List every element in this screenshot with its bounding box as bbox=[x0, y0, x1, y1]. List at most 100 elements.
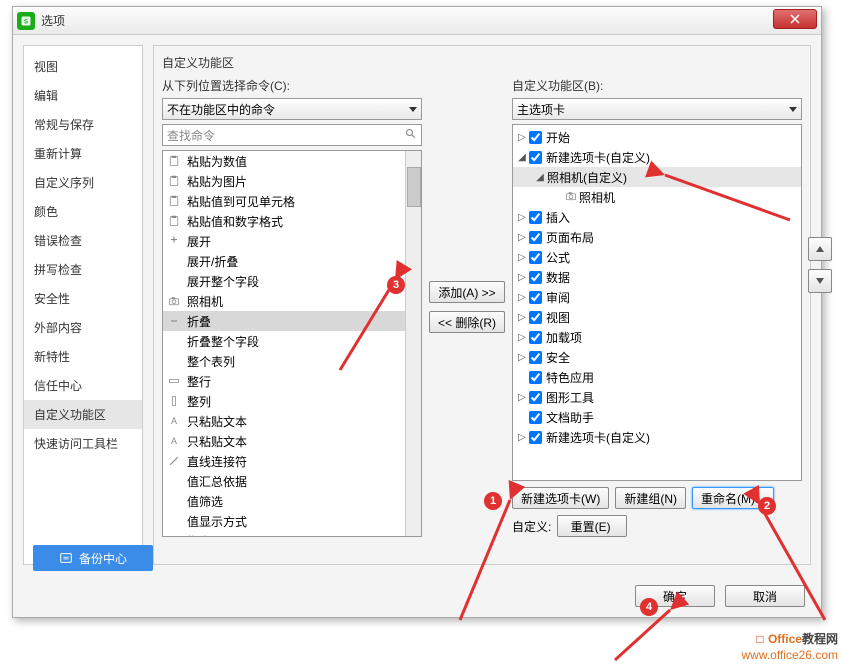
tree-checkbox[interactable] bbox=[529, 251, 542, 264]
command-item[interactable]: 值汇总依据 bbox=[163, 471, 421, 491]
tree-item[interactable]: ◢照相机(自定义) bbox=[513, 167, 801, 187]
tree-item[interactable]: ▷安全 bbox=[513, 347, 801, 367]
camera-icon bbox=[565, 190, 577, 205]
sidebar-item[interactable]: 常规与保存 bbox=[24, 110, 142, 139]
scrollbar-thumb[interactable] bbox=[407, 167, 421, 207]
new-tab-button[interactable]: 新建选项卡(W) bbox=[512, 487, 609, 509]
tree-toggle-icon[interactable]: ▷ bbox=[517, 332, 527, 343]
commands-list[interactable]: 粘贴为数值粘贴为图片粘贴值到可见单元格粘贴值和数字格式展开展开/折叠展开整个字段… bbox=[162, 150, 422, 537]
paste-icon bbox=[167, 154, 181, 168]
tree-toggle-icon[interactable]: ▷ bbox=[517, 272, 527, 283]
commands-scrollbar[interactable] bbox=[405, 151, 421, 536]
commands-source-combo[interactable]: 不在功能区中的命令 bbox=[162, 98, 422, 120]
tree-checkbox[interactable] bbox=[529, 291, 542, 304]
tree-item[interactable]: ▷开始 bbox=[513, 127, 801, 147]
command-item[interactable]: 整个表列 bbox=[163, 351, 421, 371]
move-up-button[interactable] bbox=[808, 237, 832, 261]
sidebar-item[interactable]: 视图 bbox=[24, 52, 142, 81]
tree-checkbox[interactable] bbox=[529, 431, 542, 444]
command-item[interactable]: A只粘贴文本 bbox=[163, 431, 421, 451]
backup-center-button[interactable]: 备份中心 bbox=[33, 545, 153, 571]
tree-item[interactable]: ▷视图 bbox=[513, 307, 801, 327]
command-item[interactable]: 粘贴为数值 bbox=[163, 151, 421, 171]
sidebar-item[interactable]: 自定义功能区 bbox=[24, 400, 142, 429]
ribbon-tree[interactable]: ▷开始◢新建选项卡(自定义)◢照相机(自定义)照相机▷插入▷页面布局▷公式▷数据… bbox=[512, 124, 802, 481]
command-item[interactable]: 折叠整个字段 bbox=[163, 331, 421, 351]
move-down-button[interactable] bbox=[808, 269, 832, 293]
tree-item[interactable]: ▷审阅 bbox=[513, 287, 801, 307]
combo-value: 主选项卡 bbox=[517, 101, 565, 118]
tree-toggle-icon[interactable]: ▷ bbox=[517, 212, 527, 223]
command-item[interactable]: 值筛选 bbox=[163, 491, 421, 511]
tree-toggle-icon[interactable]: ▷ bbox=[517, 392, 527, 403]
tree-toggle-icon[interactable]: ◢ bbox=[535, 172, 545, 183]
search-commands-input[interactable]: 查找命令 bbox=[162, 124, 422, 146]
sidebar-item[interactable]: 安全性 bbox=[24, 284, 142, 313]
tree-item[interactable]: ◢新建选项卡(自定义) bbox=[513, 147, 801, 167]
command-item[interactable]: 粘贴为图片 bbox=[163, 171, 421, 191]
sidebar-item[interactable]: 信任中心 bbox=[24, 371, 142, 400]
tree-checkbox[interactable] bbox=[529, 331, 542, 344]
command-item[interactable]: 展开 bbox=[163, 231, 421, 251]
tree-checkbox[interactable] bbox=[529, 271, 542, 284]
tree-toggle-icon[interactable]: ▷ bbox=[517, 232, 527, 243]
tree-checkbox[interactable] bbox=[529, 391, 542, 404]
sidebar-item[interactable]: 重新计算 bbox=[24, 139, 142, 168]
command-item[interactable]: 照相机 bbox=[163, 291, 421, 311]
ribbon-target-combo[interactable]: 主选项卡 bbox=[512, 98, 802, 120]
tree-checkbox[interactable] bbox=[529, 311, 542, 324]
tree-toggle-icon[interactable]: ▷ bbox=[517, 432, 527, 443]
command-item[interactable]: 直线连接符 bbox=[163, 451, 421, 471]
ok-button[interactable]: 确定 bbox=[635, 585, 715, 607]
remove-button[interactable]: << 删除(R) bbox=[429, 311, 505, 333]
tree-item[interactable]: ▷加载项 bbox=[513, 327, 801, 347]
command-item[interactable]: 粘贴值到可见单元格 bbox=[163, 191, 421, 211]
tree-toggle-icon[interactable]: ▷ bbox=[517, 292, 527, 303]
sidebar-item[interactable]: 拼写检查 bbox=[24, 255, 142, 284]
tree-checkbox[interactable] bbox=[529, 211, 542, 224]
tree-item[interactable]: 文档助手 bbox=[513, 407, 801, 427]
tree-checkbox[interactable] bbox=[529, 151, 542, 164]
reset-dropdown-button[interactable]: 重置(E) bbox=[557, 515, 627, 537]
tree-item[interactable]: ▷数据 bbox=[513, 267, 801, 287]
tree-item[interactable]: ▷公式 bbox=[513, 247, 801, 267]
tree-item[interactable]: ▷图形工具 bbox=[513, 387, 801, 407]
sidebar-item[interactable]: 编辑 bbox=[24, 81, 142, 110]
rename-button[interactable]: 重命名(M)... bbox=[692, 487, 774, 509]
sidebar-item[interactable]: 快速访问工具栏 bbox=[24, 429, 142, 458]
sidebar-item[interactable]: 自定义序列 bbox=[24, 168, 142, 197]
tree-item[interactable]: ▷页面布局 bbox=[513, 227, 801, 247]
tree-item[interactable]: ▷插入 bbox=[513, 207, 801, 227]
tree-checkbox[interactable] bbox=[529, 351, 542, 364]
command-item[interactable]: 指定 bbox=[163, 531, 421, 537]
tree-toggle-icon[interactable]: ▷ bbox=[517, 132, 527, 143]
sidebar-item[interactable]: 错误检查 bbox=[24, 226, 142, 255]
command-item[interactable]: 整行 bbox=[163, 371, 421, 391]
close-button[interactable] bbox=[773, 9, 817, 29]
new-group-button[interactable]: 新建组(N) bbox=[615, 487, 686, 509]
sidebar-item[interactable]: 新特性 bbox=[24, 342, 142, 371]
tree-checkbox[interactable] bbox=[529, 371, 542, 384]
tree-item[interactable]: 照相机 bbox=[513, 187, 801, 207]
command-item[interactable]: 粘贴值和数字格式 bbox=[163, 211, 421, 231]
command-item[interactable]: 折叠 bbox=[163, 311, 421, 331]
add-button[interactable]: 添加(A) >> bbox=[429, 281, 504, 303]
cancel-button[interactable]: 取消 bbox=[725, 585, 805, 607]
tree-checkbox[interactable] bbox=[529, 231, 542, 244]
tree-checkbox[interactable] bbox=[529, 131, 542, 144]
tree-toggle-icon[interactable]: ▷ bbox=[517, 352, 527, 363]
sidebar-item[interactable]: 颜色 bbox=[24, 197, 142, 226]
command-item[interactable]: 展开/折叠 bbox=[163, 251, 421, 271]
command-item[interactable]: 值显示方式 bbox=[163, 511, 421, 531]
tree-checkbox[interactable] bbox=[529, 411, 542, 424]
tree-item[interactable]: ▷新建选项卡(自定义) bbox=[513, 427, 801, 447]
command-item[interactable]: 整列 bbox=[163, 391, 421, 411]
command-item[interactable]: A只粘贴文本 bbox=[163, 411, 421, 431]
titlebar[interactable]: S 选项 bbox=[13, 7, 821, 35]
tree-toggle-icon[interactable]: ▷ bbox=[517, 312, 527, 323]
tree-item[interactable]: 特色应用 bbox=[513, 367, 801, 387]
tree-toggle-icon[interactable]: ▷ bbox=[517, 252, 527, 263]
tree-toggle-icon[interactable]: ◢ bbox=[517, 152, 527, 163]
sidebar-item[interactable]: 外部内容 bbox=[24, 313, 142, 342]
command-item[interactable]: 展开整个字段 bbox=[163, 271, 421, 291]
